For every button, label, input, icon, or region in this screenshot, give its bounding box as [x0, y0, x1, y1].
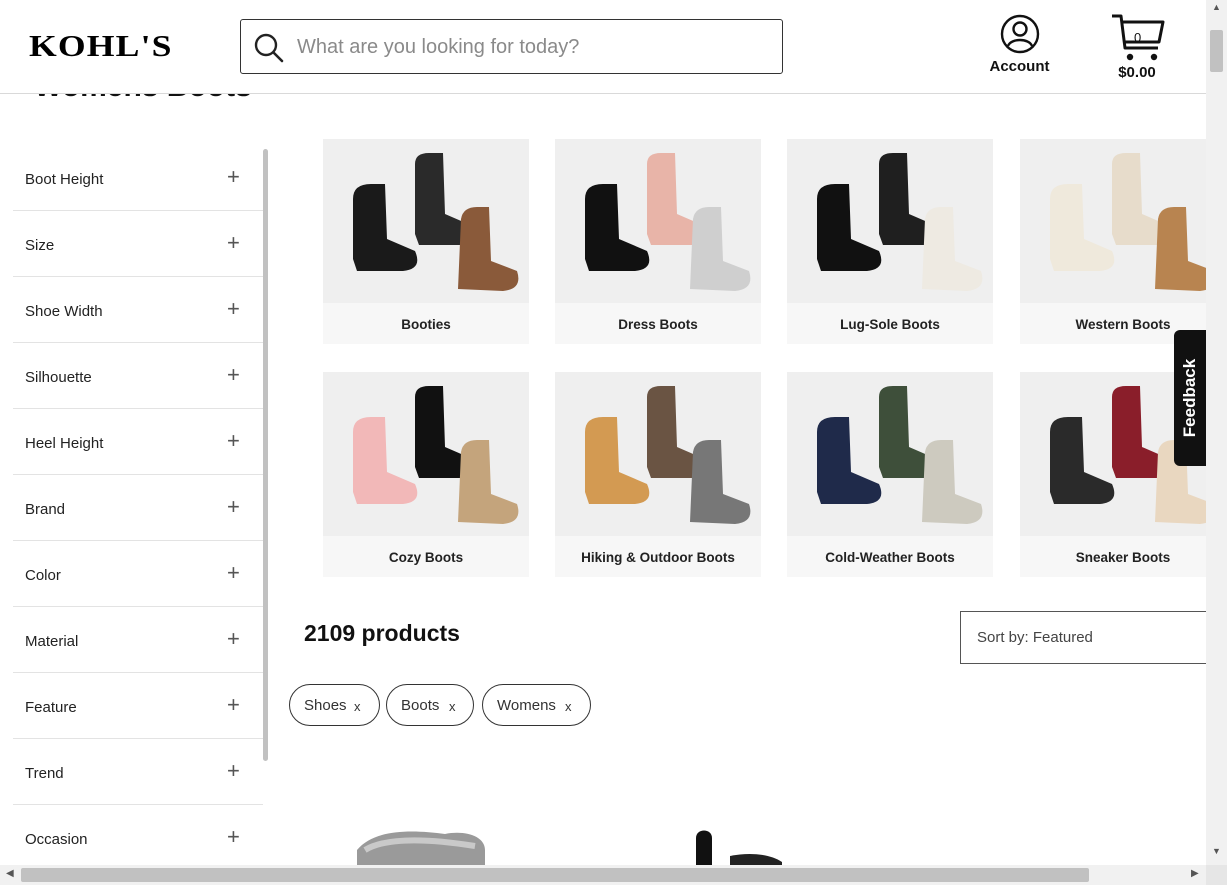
filter-sidebar: Boot Height + Size + Shoe Width + Silhouett… [13, 145, 263, 865]
chip-label: Boots [401, 697, 440, 714]
category-image[interactable] [787, 372, 993, 536]
category-image[interactable] [555, 372, 761, 536]
filter-label: Trend [25, 765, 64, 782]
category-image[interactable] [1020, 139, 1206, 303]
filter-shoe-width[interactable]: Shoe Width + [13, 277, 263, 343]
filter-label: Boot Height [25, 171, 104, 188]
category-label: Cozy Boots [388, 550, 464, 565]
category-tile-cozy-boots[interactable]: Cozy Boots [323, 372, 529, 577]
cart-button[interactable]: 0 $0.00 [1107, 12, 1169, 84]
category-tile-lug-sole-boots[interactable]: Lug-Sole Boots [787, 139, 993, 344]
plus-icon[interactable]: + [227, 760, 240, 782]
search-icon[interactable] [253, 32, 285, 64]
feedback-button[interactable]: Feedback [1174, 330, 1206, 466]
plus-icon[interactable]: + [227, 232, 240, 254]
search-bar[interactable] [240, 19, 783, 74]
category-image[interactable] [555, 139, 761, 303]
remove-icon[interactable]: x [354, 699, 361, 714]
filter-heel-height[interactable]: Heel Height + [13, 409, 263, 475]
feedback-label: Feedback [1180, 358, 1199, 438]
plus-icon[interactable]: + [227, 694, 240, 716]
remove-icon[interactable]: x [449, 699, 456, 714]
page-horizontal-scrollbar[interactable]: ◀ ▶ [0, 865, 1206, 885]
product-count: 2109 products [304, 620, 460, 646]
kohls-logo[interactable]: KOHL'S [29, 28, 173, 64]
cart-count: 0 [1134, 30, 1142, 45]
plus-icon[interactable]: + [227, 496, 240, 518]
filter-brand[interactable]: Brand + [13, 475, 263, 541]
account-icon [1000, 14, 1039, 54]
category-image[interactable] [787, 139, 993, 303]
filter-size[interactable]: Size + [13, 211, 263, 277]
filter-trend[interactable]: Trend + [13, 739, 263, 805]
filter-label: Occasion [25, 831, 88, 848]
site-header: KOHL'S Account 0 $0.00 [0, 0, 1206, 94]
filter-label: Color [25, 567, 61, 584]
plus-icon[interactable]: + [227, 628, 240, 650]
sort-label: Sort by: Featured [977, 629, 1093, 646]
account-label: Account [989, 58, 1050, 75]
chip-label: Womens [497, 697, 556, 714]
sidebar-scrollbar[interactable] [263, 149, 268, 761]
filter-label: Heel Height [25, 435, 104, 452]
scrollbar-thumb[interactable] [21, 868, 1089, 882]
product-image[interactable] [355, 820, 490, 865]
filter-occasion[interactable]: Occasion + [13, 805, 263, 865]
filter-chip-shoes[interactable]: Shoes x [289, 684, 380, 726]
remove-icon[interactable]: x [565, 699, 572, 714]
filter-label: Brand [25, 501, 66, 518]
scroll-left-icon[interactable]: ◀ [6, 868, 14, 879]
filter-label: Silhouette [25, 369, 92, 386]
category-tile-western-boots[interactable]: Western Boots [1020, 139, 1206, 344]
filter-chip-boots[interactable]: Boots x [386, 684, 474, 726]
chip-label: Shoes [304, 697, 347, 714]
category-image[interactable] [323, 372, 529, 536]
plus-icon[interactable]: + [227, 166, 240, 188]
plus-icon[interactable]: + [227, 562, 240, 584]
plus-icon[interactable]: + [227, 826, 240, 848]
plus-icon[interactable]: + [227, 298, 240, 320]
filter-label: Size [25, 237, 55, 254]
category-image[interactable] [323, 139, 529, 303]
category-label: Booties [401, 317, 451, 332]
plus-icon[interactable]: + [227, 364, 240, 386]
filter-material[interactable]: Material + [13, 607, 263, 673]
plus-icon[interactable]: + [227, 430, 240, 452]
scrollbar-corner [1206, 865, 1227, 885]
category-label: Sneaker Boots [1075, 550, 1171, 565]
filter-label: Material [25, 633, 79, 650]
cart-total: $0.00 [1118, 64, 1156, 81]
category-label: Cold-Weather Boots [825, 550, 955, 565]
category-label: Hiking & Outdoor Boots [581, 550, 735, 565]
category-label: Lug-Sole Boots [840, 317, 940, 332]
filter-silhouette[interactable]: Silhouette + [13, 343, 263, 409]
filter-color[interactable]: Color + [13, 541, 263, 607]
filter-label: Feature [25, 699, 77, 716]
category-tile-booties[interactable]: Booties [323, 139, 529, 344]
scroll-down-icon[interactable]: ▼ [1212, 846, 1221, 856]
product-image[interactable] [690, 820, 785, 865]
search-input[interactable] [297, 30, 767, 64]
scroll-right-icon[interactable]: ▶ [1191, 868, 1199, 879]
sort-dropdown[interactable]: Sort by: Featured [960, 611, 1212, 664]
filter-chip-womens[interactable]: Womens x [482, 684, 591, 726]
page-vertical-scrollbar[interactable]: ▲ ▼ [1206, 0, 1227, 865]
category-tile-dress-boots[interactable]: Dress Boots [555, 139, 761, 344]
category-tile-hiking-outdoor-boots[interactable]: Hiking & Outdoor Boots [555, 372, 761, 577]
filter-boot-height[interactable]: Boot Height + [13, 145, 263, 211]
filter-label: Shoe Width [25, 303, 103, 320]
filter-feature[interactable]: Feature + [13, 673, 263, 739]
account-button[interactable]: Account [982, 14, 1057, 84]
scroll-up-icon[interactable]: ▲ [1212, 2, 1221, 12]
category-tile-cold-weather-boots[interactable]: Cold-Weather Boots [787, 372, 993, 577]
scrollbar-thumb[interactable] [1210, 30, 1223, 72]
category-label: Dress Boots [618, 317, 698, 332]
